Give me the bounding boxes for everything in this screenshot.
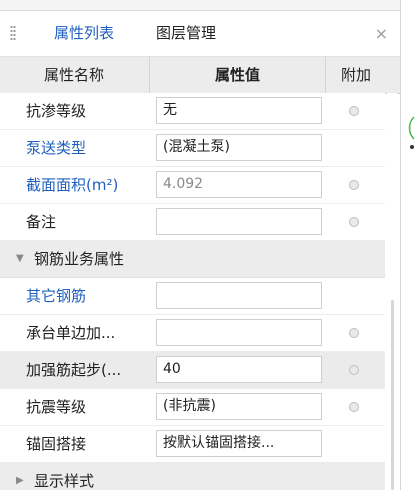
row-label: 加强筋起步(... [26, 361, 122, 379]
row-label: 截面面积(m²) [26, 176, 119, 194]
table-header: 属性名称 属性值 附加 [0, 57, 400, 94]
value-field[interactable] [156, 208, 322, 235]
row-reinforcement-start[interactable]: 加强筋起步(... 40 [0, 352, 385, 389]
value-field[interactable]: 无 [156, 97, 322, 124]
close-icon[interactable]: × [375, 11, 388, 56]
extra-radio-icon[interactable] [349, 365, 359, 375]
row-remarks[interactable]: 备注 [0, 204, 385, 241]
row-section-area[interactable]: 截面面积(m²) 4.092 [0, 167, 385, 204]
row-other-rebar[interactable]: 其它钢筋 [0, 278, 385, 315]
extra-radio-icon[interactable] [349, 402, 359, 412]
column-header-value: 属性值 [149, 57, 325, 93]
value-field[interactable]: 40 [156, 356, 322, 383]
row-label: 抗渗等级 [26, 102, 87, 120]
row-label: 承台单边加... [26, 324, 116, 342]
group-rebar-properties[interactable]: ▼ 钢筋业务属性 [0, 241, 385, 278]
row-label: 其它钢筋 [26, 287, 87, 305]
extra-radio-icon[interactable] [349, 328, 359, 338]
extra-radio-icon[interactable] [349, 180, 359, 190]
value-field: 4.092 [156, 171, 322, 198]
tab-layers[interactable]: 图层管理 [156, 11, 216, 56]
tab-bar: 属性列表 图层管理 × [0, 11, 400, 57]
row-label: 抗震等级 [26, 398, 87, 416]
tab-properties[interactable]: 属性列表 [54, 11, 114, 56]
drag-grip-icon[interactable] [10, 25, 16, 41]
top-strip [0, 0, 400, 11]
extra-radio-icon[interactable] [349, 217, 359, 227]
scrollbar-thumb[interactable] [391, 300, 394, 490]
row-label: 备注 [26, 213, 57, 231]
property-rows: 抗渗等级 无 泵送类型 (混凝土泵) 截面面积(m²) 4.092 备注 ▼ 钢… [0, 93, 385, 490]
row-cap-side-add[interactable]: 承台单边加... [0, 315, 385, 352]
canvas-edge-mark [408, 116, 415, 149]
value-field[interactable]: 按默认锚固搭接... [156, 430, 322, 457]
column-header-name: 属性名称 [43, 66, 104, 84]
row-seismic-grade[interactable]: 抗震等级 (非抗震) [0, 389, 385, 426]
value-field[interactable]: (混凝土泵) [156, 134, 322, 161]
value-field[interactable]: (非抗震) [156, 393, 322, 420]
group-display-style[interactable]: ▶ 显示样式 [0, 463, 385, 490]
caret-down-icon[interactable]: ▼ [16, 241, 24, 277]
row-impermeability-grade[interactable]: 抗渗等级 无 [0, 93, 385, 130]
row-label: 锚固搭接 [26, 435, 87, 453]
row-anchorage-lap[interactable]: 锚固搭接 按默认锚固搭接... [0, 426, 385, 463]
caret-right-icon[interactable]: ▶ [16, 463, 24, 490]
row-pump-type[interactable]: 泵送类型 (混凝土泵) [0, 130, 385, 167]
group-label: 显示样式 [34, 472, 95, 490]
value-field[interactable] [156, 282, 322, 309]
group-label: 钢筋业务属性 [34, 250, 125, 268]
value-field[interactable] [156, 319, 322, 346]
extra-radio-icon[interactable] [349, 106, 359, 116]
property-panel: 属性列表 图层管理 × 属性名称 属性值 附加 抗渗等级 无 泵送类型 (混凝土… [0, 0, 401, 490]
row-label: 泵送类型 [26, 139, 87, 157]
column-header-extra: 附加 [325, 57, 386, 93]
